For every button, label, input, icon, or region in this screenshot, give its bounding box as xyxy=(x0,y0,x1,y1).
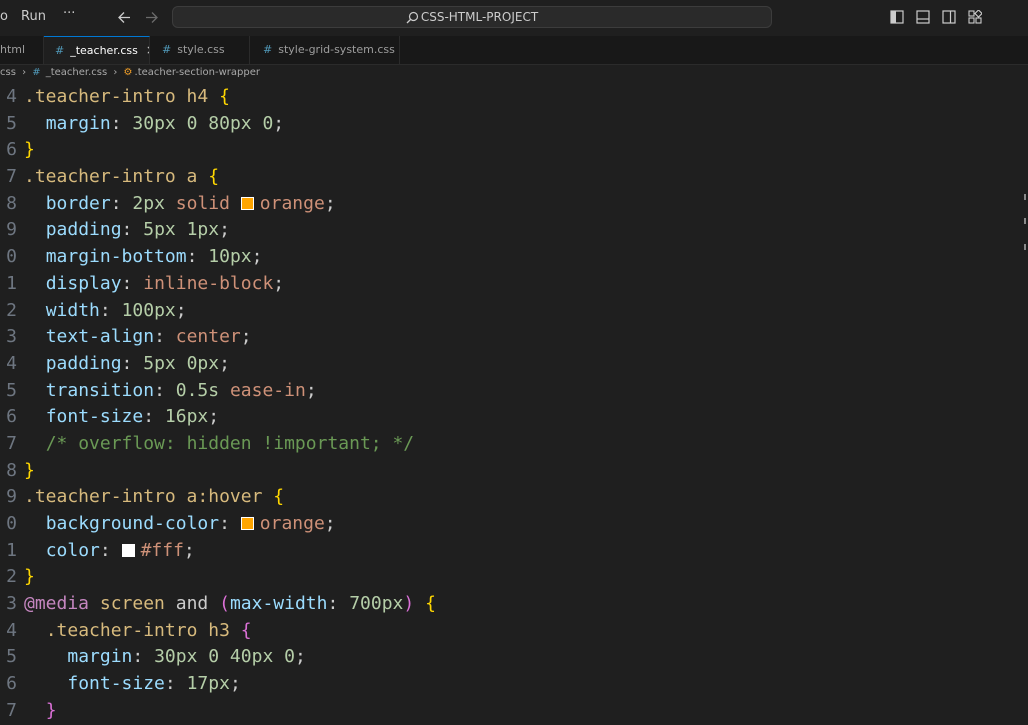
css-file-icon: # xyxy=(263,43,273,56)
line-number: 4 xyxy=(6,352,17,374)
line-number: 0 xyxy=(6,513,17,534)
menu-partial[interactable]: o xyxy=(0,9,8,24)
symbol-class-icon: ⚙ xyxy=(123,67,133,78)
line-number: 5 xyxy=(6,112,17,134)
breadcrumb-root[interactable]: css xyxy=(0,64,16,82)
tab-teacher-css[interactable]: #_teacher.css× xyxy=(44,36,150,64)
code-line: font-size: 16px; xyxy=(45,406,220,428)
line-number: 8 xyxy=(6,459,17,481)
back-arrow-icon[interactable] xyxy=(117,10,132,25)
line-number: 5 xyxy=(6,379,17,401)
code-line: .teacher-intro h3 { xyxy=(45,619,252,641)
code-line: font-size: 17px; xyxy=(67,673,241,695)
breadcrumb: css › # _teacher.css › ⚙ .teacher-section-… xyxy=(0,64,1028,84)
code-line: .teacher-intro h4 { xyxy=(24,86,230,107)
code-line: } xyxy=(24,459,35,481)
overview-ruler[interactable] xyxy=(1024,194,1026,254)
line-number: 6 xyxy=(6,406,17,428)
command-center-search[interactable]: CSS-HTML-PROJECT xyxy=(172,6,772,28)
line-number: 9 xyxy=(6,486,17,508)
chevron-right-icon: › xyxy=(113,67,118,78)
line-number: 4 xyxy=(6,86,17,107)
menu-more[interactable]: ··· xyxy=(63,6,75,21)
breadcrumb-symbol[interactable]: .teacher-section-wrapper xyxy=(135,64,260,82)
code-line: background-color: orange; xyxy=(45,513,336,534)
code-line: padding: 5px 0px; xyxy=(45,352,230,374)
toggle-panel-icon[interactable] xyxy=(916,10,930,24)
code-line: margin: 30px 0 40px 0; xyxy=(67,646,306,668)
code-line: } xyxy=(24,566,35,588)
line-number: 9 xyxy=(6,219,17,241)
title-bar: o Run ··· CSS-HTML-PROJECT xyxy=(0,0,1028,37)
line-number: 7 xyxy=(6,432,17,454)
line-number: 0 xyxy=(6,246,17,268)
tab-label: style.css xyxy=(177,43,225,56)
code-line: display: inline-block; xyxy=(45,272,285,294)
code-line: } xyxy=(45,699,57,721)
line-number: 7 xyxy=(6,699,17,721)
tab-style-grid-system-css[interactable]: # style-grid-system.css xyxy=(250,36,400,64)
code-line: .teacher-intro a { xyxy=(24,166,220,188)
toggle-primary-sidebar-icon[interactable] xyxy=(890,10,904,24)
command-center-label: CSS-HTML-PROJECT xyxy=(420,10,539,24)
search-icon xyxy=(406,11,418,24)
toggle-secondary-sidebar-icon[interactable] xyxy=(942,10,956,24)
color-swatch-orange[interactable] xyxy=(240,196,254,210)
code-line: padding: 5px 1px; xyxy=(45,219,230,241)
breadcrumb-file[interactable]: _teacher.css xyxy=(46,64,107,82)
css-file-icon: # xyxy=(162,43,172,56)
code-line: .teacher-intro a:hover { xyxy=(24,486,285,508)
code-line: border: 2px solid orange; xyxy=(45,192,336,214)
line-number: 5 xyxy=(6,646,17,668)
tab-label: html xyxy=(0,43,26,56)
line-number: 8 xyxy=(6,192,17,214)
line-number-gutter: 4 5 6 7 8 9 0 1 2 3 4 5 6 7 8 9 0 1 2 3 4 5 6 7 xyxy=(0,84,20,725)
menu-run[interactable]: Run xyxy=(21,9,46,24)
code-line: color: #fff; xyxy=(45,539,195,561)
code-line: } xyxy=(24,139,35,161)
line-number: 1 xyxy=(6,539,17,561)
line-number: 2 xyxy=(6,566,17,588)
color-swatch-white[interactable] xyxy=(121,543,135,557)
line-number: 2 xyxy=(6,299,17,321)
code-line: transition: 0.5s ease-in; xyxy=(45,379,317,401)
code-line: margin-bottom: 10px; xyxy=(45,246,263,268)
tab-label: _teacher.css xyxy=(70,44,138,57)
code-line: @media screen and (max-width: 700px) { xyxy=(24,593,436,615)
code-line: margin: 30px 0 80px 0; xyxy=(45,112,285,134)
color-swatch-orange[interactable] xyxy=(240,517,254,530)
line-number: 3 xyxy=(6,326,17,348)
tab-label: style-grid-system.css xyxy=(278,43,395,56)
code-lines[interactable]: .teacher-intro h4 { margin: 30px 0 80px … xyxy=(24,84,436,725)
line-number: 7 xyxy=(6,166,17,188)
line-number: 3 xyxy=(6,593,17,615)
forward-arrow-icon[interactable] xyxy=(144,10,159,25)
code-line: text-align: center; xyxy=(45,326,252,348)
customize-layout-icon[interactable] xyxy=(968,10,982,24)
chevron-right-icon: › xyxy=(22,67,27,78)
code-line: width: 100px; xyxy=(45,299,187,321)
line-number: 6 xyxy=(6,673,17,695)
tab-html[interactable]: html xyxy=(0,36,44,64)
line-number: 4 xyxy=(6,619,17,641)
code-line: /* overflow: hidden !important; */ xyxy=(45,432,415,454)
code-editor[interactable]: 4 5 6 7 8 9 0 1 2 3 4 5 6 7 8 9 0 1 2 3 4 5 6 7 .teacher-intro … xyxy=(0,84,1028,721)
line-number: 1 xyxy=(6,272,17,294)
editor-tab-bar: html #_teacher.css× #style.css #style-gr… xyxy=(0,36,1028,65)
css-file-icon: # xyxy=(55,44,65,57)
line-number: 6 xyxy=(6,139,17,161)
css-file-icon: # xyxy=(32,67,41,78)
tab-style-css[interactable]: # style.css xyxy=(150,36,250,64)
